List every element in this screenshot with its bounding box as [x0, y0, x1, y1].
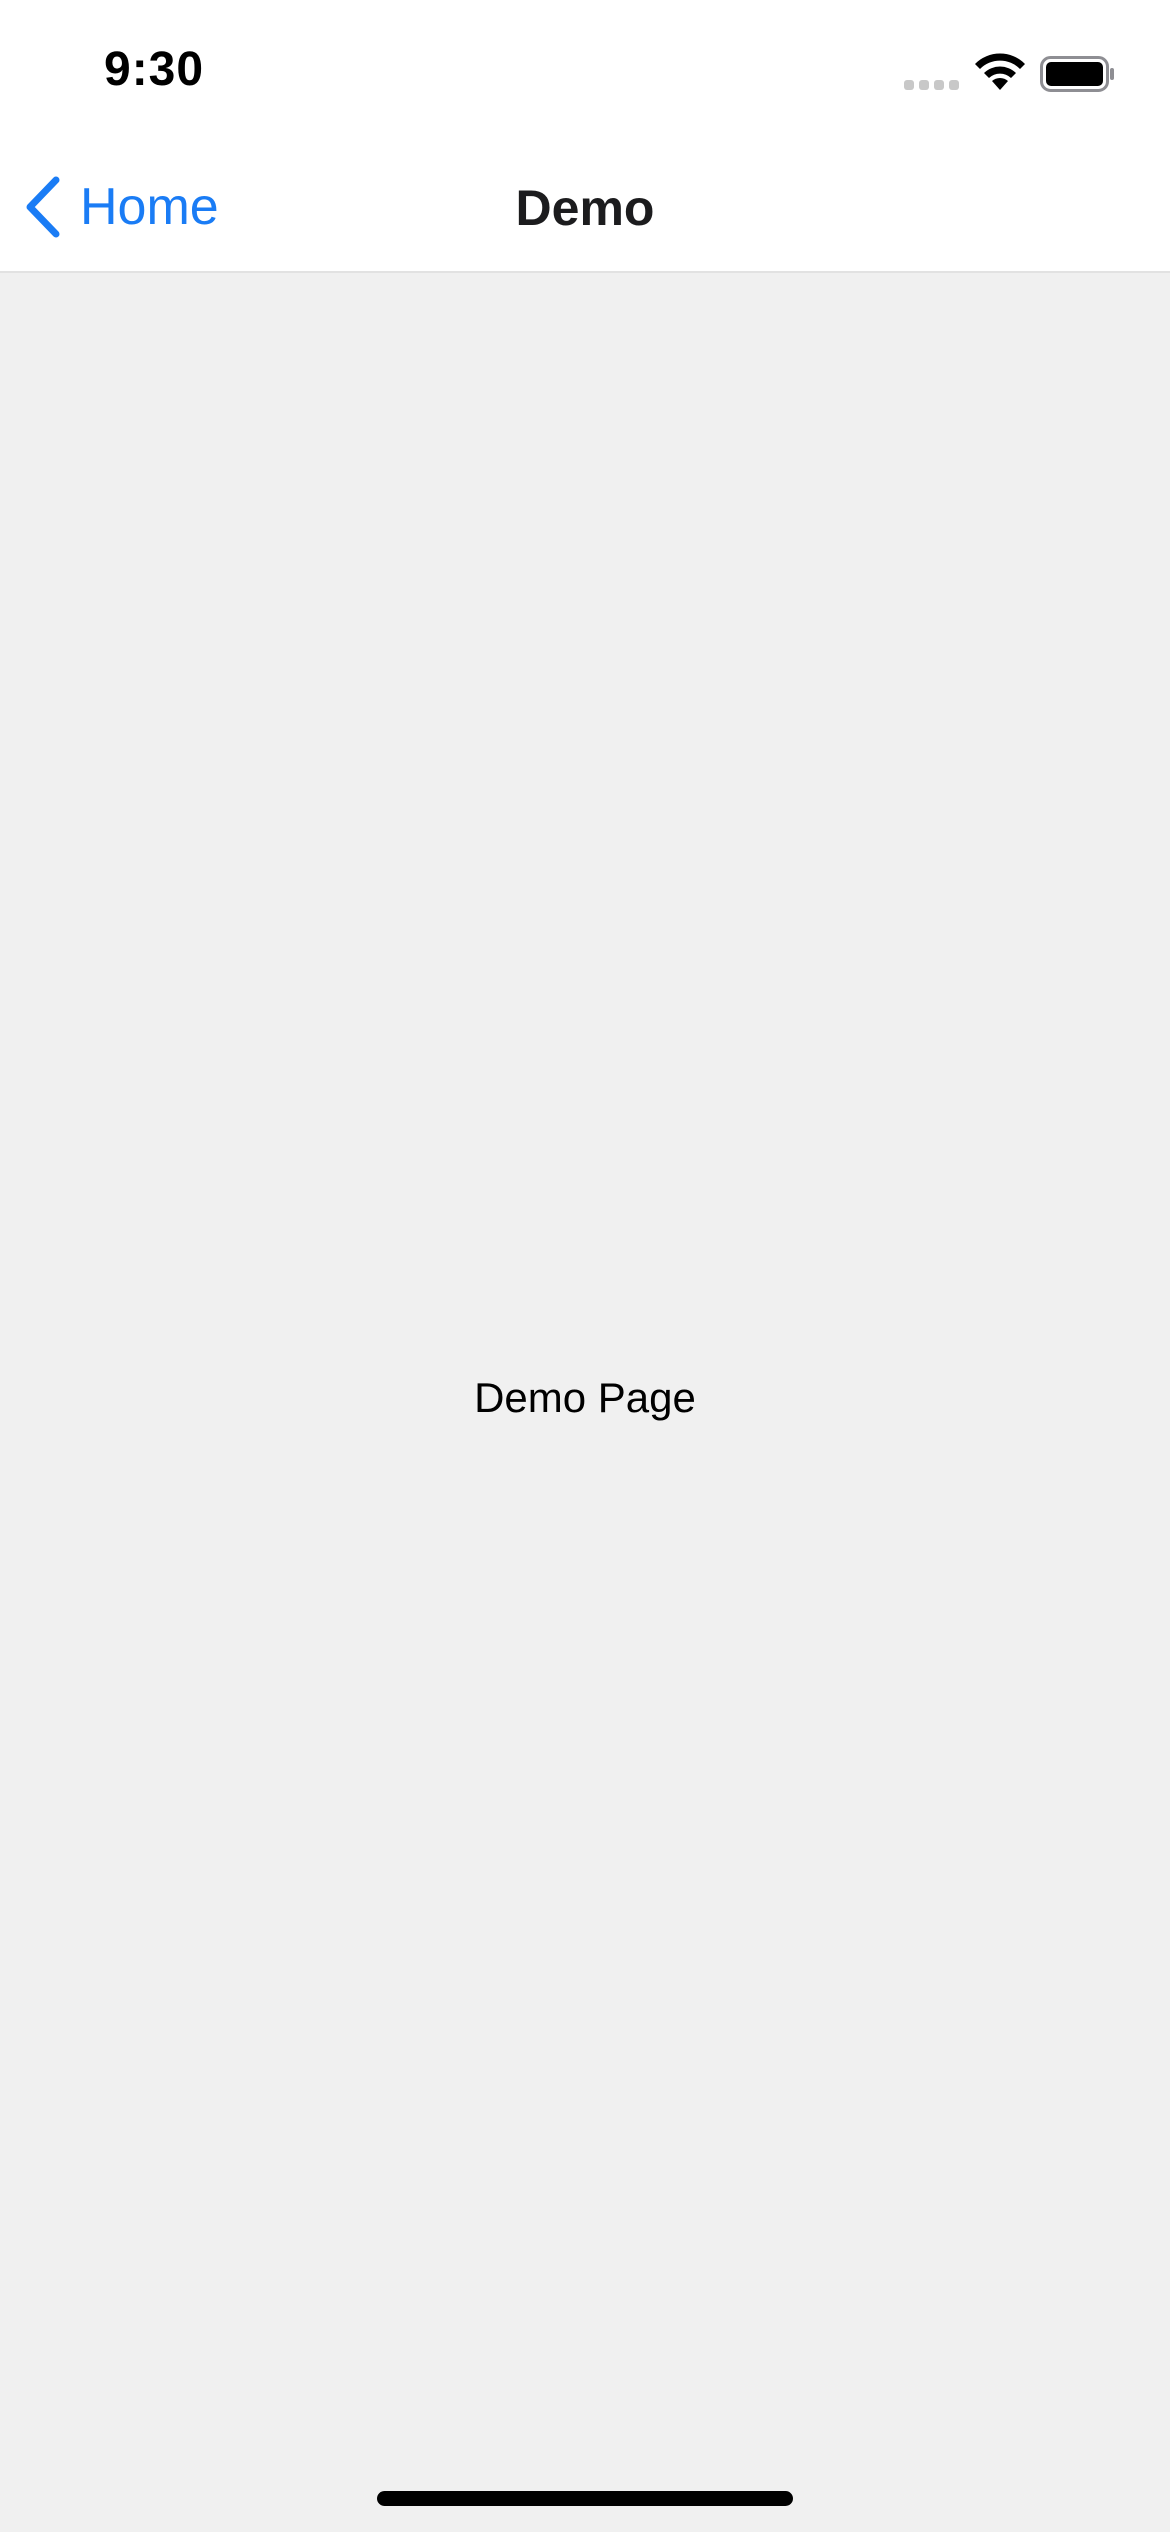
page-title: Demo: [515, 180, 655, 236]
status-time: 9:30: [104, 43, 205, 96]
home-indicator[interactable]: [377, 2491, 793, 2506]
wifi-icon: [975, 53, 1025, 90]
cellular-signal-icon: [904, 80, 959, 90]
navigation-bar: Home Demo: [0, 140, 1170, 273]
page-body-text: Demo Page: [474, 1374, 696, 1421]
status-bar: 9:30: [0, 0, 1170, 140]
content-area: Demo Page: [0, 273, 1170, 2532]
app-screen: 9:30 Home Demo Demo Page: [0, 0, 1170, 2532]
battery-icon: [1040, 56, 1114, 92]
